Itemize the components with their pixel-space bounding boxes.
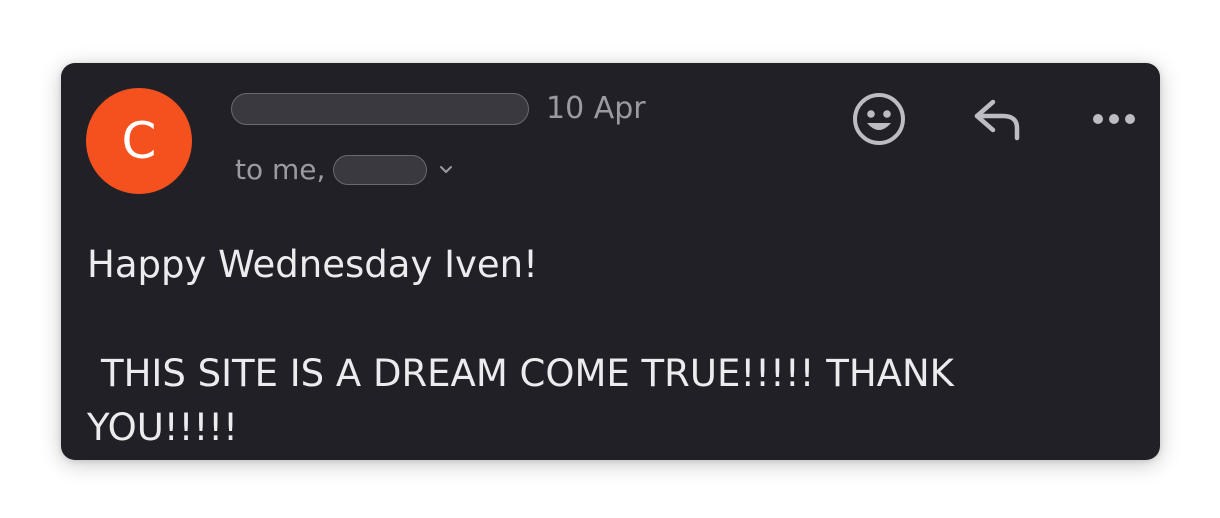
recipients-row[interactable]: to me, — [235, 153, 455, 187]
body-message-line-1: THIS SITE IS A DREAM COME TRUE!!!!! THAN… — [101, 352, 954, 395]
body-message: THIS SITE IS A DREAM COME TRUE!!!!! THAN… — [87, 347, 1137, 455]
smiley-face-icon[interactable] — [851, 91, 907, 147]
body-message-line-2: YOU!!!!! — [87, 406, 238, 449]
email-body: Happy Wednesday Iven! THIS SITE IS A DRE… — [87, 239, 1137, 455]
sender-avatar[interactable]: C — [86, 88, 192, 194]
more-horizontal-icon[interactable] — [1089, 108, 1139, 130]
recipients-label: to me, — [235, 153, 326, 186]
recipient-redacted — [333, 155, 428, 185]
chevron-down-icon[interactable] — [437, 161, 455, 179]
reply-arrow-icon[interactable] — [971, 96, 1023, 142]
email-card: C 10 Apr to me, Happy Wednesday Iven! TH… — [61, 63, 1160, 460]
email-date: 10 Apr — [546, 91, 646, 126]
body-greeting: Happy Wednesday Iven! — [87, 243, 538, 286]
sender-name-redacted[interactable] — [231, 93, 529, 125]
